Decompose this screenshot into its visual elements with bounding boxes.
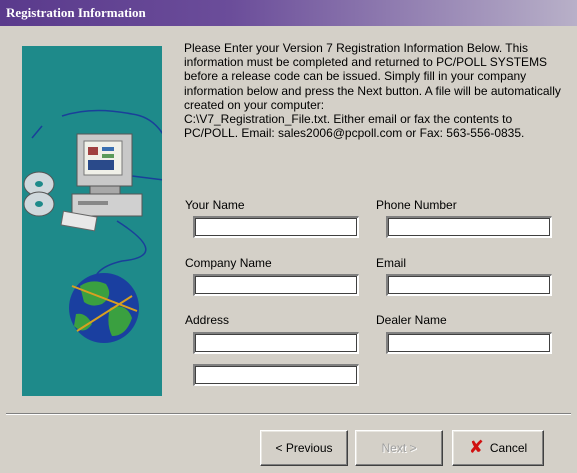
computer-icon: [60, 133, 143, 232]
next-button-label: Next >: [381, 441, 417, 455]
footer-divider: [6, 413, 571, 415]
instructions-text: Please Enter your Version 7 Registration…: [184, 41, 561, 141]
globe-icon: [69, 273, 139, 343]
cancel-x-icon: ✘: [468, 437, 484, 458]
registration-dialog: Registration Information Please Enter yo…: [0, 0, 577, 473]
computer-globe-illustration: [23, 109, 162, 343]
cancel-button[interactable]: ✘ Cancel: [452, 430, 544, 466]
address-line2-input[interactable]: [193, 364, 359, 386]
previous-button[interactable]: < Previous: [260, 430, 348, 466]
email-label: Email: [376, 256, 407, 270]
company-name-input[interactable]: [193, 274, 359, 296]
dealer-name-label: Dealer Name: [376, 313, 447, 327]
email-input[interactable]: [386, 274, 552, 296]
company-name-label: Company Name: [185, 256, 272, 270]
address-label: Address: [185, 313, 230, 327]
next-button[interactable]: Next >: [355, 430, 443, 466]
window-title: Registration Information: [6, 5, 146, 20]
cd-icon: [23, 171, 55, 217]
your-name-input[interactable]: [193, 216, 359, 238]
phone-number-label: Phone Number: [376, 198, 457, 212]
your-name-label: Your Name: [185, 198, 245, 212]
dealer-name-input[interactable]: [386, 332, 552, 354]
previous-button-label: < Previous: [275, 441, 333, 455]
illustration-panel: [22, 46, 162, 396]
title-bar: Registration Information: [0, 0, 577, 26]
address-line1-input[interactable]: [193, 332, 359, 354]
cancel-button-label: Cancel: [489, 441, 528, 455]
phone-number-input[interactable]: [386, 216, 552, 238]
